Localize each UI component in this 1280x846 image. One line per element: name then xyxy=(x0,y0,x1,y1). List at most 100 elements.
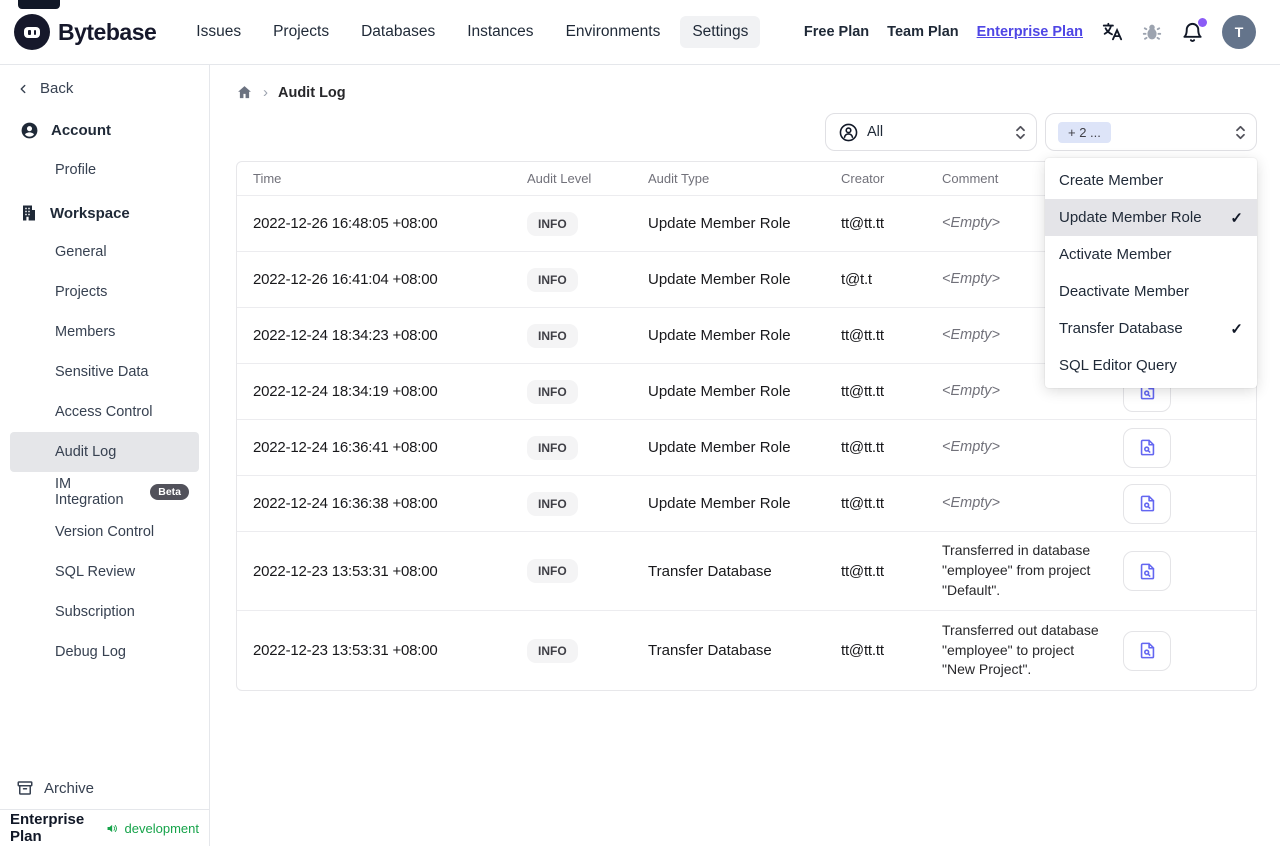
browser-tab-remnant xyxy=(18,0,60,9)
cell-comment: Transferred out database "employee" to p… xyxy=(942,621,1099,678)
item-label: Audit Log xyxy=(55,444,117,460)
cell-creator: tt@tt.tt xyxy=(841,642,884,659)
view-payload-button[interactable] xyxy=(1123,551,1171,591)
menu-item-label: Create Member xyxy=(1059,172,1164,189)
translate-icon[interactable] xyxy=(1101,21,1123,43)
sidebar-item-audit-log[interactable]: Audit Log xyxy=(10,432,199,472)
menu-item-label: Transfer Database xyxy=(1059,320,1183,337)
audit-level-badge: INFO xyxy=(527,267,578,292)
check-icon: ✓ xyxy=(1230,209,1243,227)
nav-settings[interactable]: Settings xyxy=(680,16,761,48)
col-header-time: Time xyxy=(253,171,282,186)
cell-audit-type: Update Member Role xyxy=(648,327,791,344)
audit-level-badge: INFO xyxy=(527,379,578,404)
sidebar-item-sql-review[interactable]: SQL Review xyxy=(10,552,199,592)
cell-audit-type: Update Member Role xyxy=(648,271,791,288)
back-label: Back xyxy=(40,80,74,97)
nav-right-cluster: Free Plan Team Plan Enterprise Plan T xyxy=(804,15,1256,49)
sidebar-item-general[interactable]: General xyxy=(10,232,199,272)
archive-button[interactable]: Archive xyxy=(0,767,209,809)
file-search-icon xyxy=(1140,495,1154,512)
file-search-icon xyxy=(1140,642,1154,659)
user-avatar[interactable]: T xyxy=(1222,15,1256,49)
archive-label: Archive xyxy=(44,779,95,797)
cell-time: 2022-12-26 16:41:04 +08:00 xyxy=(253,271,438,288)
menu-item-sql-editor-query[interactable]: SQL Editor Query xyxy=(1045,347,1257,384)
menu-item-update-member-role[interactable]: Update Member Role ✓ xyxy=(1045,199,1257,236)
cell-audit-type: Update Member Role xyxy=(648,383,791,400)
audit-type-filter-select[interactable]: + 2 ... xyxy=(1045,113,1257,151)
creator-filter-select[interactable]: All xyxy=(825,113,1037,151)
col-header-creator: Creator xyxy=(841,171,885,186)
notification-bell-icon[interactable] xyxy=(1181,17,1207,44)
person-icon xyxy=(839,123,858,141)
sidebar-item-version-control[interactable]: Version Control xyxy=(10,512,199,552)
cell-time: 2022-12-24 16:36:38 +08:00 xyxy=(253,495,438,512)
filter-toolbar: All + 2 ... xyxy=(210,113,1280,151)
brand-name: Bytebase xyxy=(58,18,157,45)
nav-projects[interactable]: Projects xyxy=(261,16,341,48)
menu-item-transfer-database[interactable]: Transfer Database ✓ xyxy=(1045,310,1257,347)
cell-creator: tt@tt.tt xyxy=(841,562,884,580)
beta-badge: Beta xyxy=(150,484,189,500)
plan-status-bar: Enterprise Plan development xyxy=(0,809,209,846)
item-label: Profile xyxy=(55,162,97,178)
sidebar-item-subscription[interactable]: Subscription xyxy=(10,592,199,632)
bug-report-icon[interactable] xyxy=(1141,21,1163,43)
nav-environments[interactable]: Environments xyxy=(554,16,673,48)
audit-level-badge: INFO xyxy=(527,638,578,663)
menu-item-deactivate-member[interactable]: Deactivate Member xyxy=(1045,273,1257,310)
view-payload-button[interactable] xyxy=(1123,630,1171,671)
view-payload-button[interactable] xyxy=(1123,483,1171,524)
chevron-updown-icon xyxy=(1235,125,1246,140)
sidebar-item-projects[interactable]: Projects xyxy=(10,272,199,312)
audit-level-badge: INFO xyxy=(527,435,578,460)
home-icon[interactable] xyxy=(236,84,253,101)
menu-item-label: Activate Member xyxy=(1059,246,1172,263)
breadcrumb: › Audit Log xyxy=(210,65,1280,113)
table-row: 2022-12-24 16:36:41 +08:00 INFO Update M… xyxy=(237,420,1256,476)
cell-audit-type: Update Member Role xyxy=(648,495,791,512)
settings-sidebar: Back Account Profile Workspace General P… xyxy=(0,65,210,846)
sidebar-item-profile[interactable]: Profile xyxy=(10,150,199,190)
item-label: Sensitive Data xyxy=(55,364,149,380)
sidebar-item-members[interactable]: Members xyxy=(10,312,199,352)
view-payload-button[interactable] xyxy=(1123,427,1171,468)
free-plan-link[interactable]: Free Plan xyxy=(804,24,869,40)
audit-level-badge: INFO xyxy=(527,491,578,516)
chevron-left-icon xyxy=(20,84,26,93)
nav-instances[interactable]: Instances xyxy=(455,16,545,48)
cell-time: 2022-12-24 18:34:19 +08:00 xyxy=(253,383,438,400)
cell-time: 2022-12-23 13:53:31 +08:00 xyxy=(253,642,438,659)
cell-creator: tt@tt.tt xyxy=(841,215,884,232)
item-label: Access Control xyxy=(55,404,153,420)
team-plan-link[interactable]: Team Plan xyxy=(887,24,958,40)
item-label: Subscription xyxy=(55,604,135,620)
bytebase-logo[interactable]: Bytebase xyxy=(14,14,157,50)
item-label: General xyxy=(55,244,107,260)
chevron-updown-icon xyxy=(1015,125,1026,140)
table-row: 2022-12-24 16:36:38 +08:00 INFO Update M… xyxy=(237,476,1256,532)
sidebar-item-access-control[interactable]: Access Control xyxy=(10,392,199,432)
speaker-icon[interactable] xyxy=(106,821,118,836)
cell-comment: <Empty> xyxy=(942,495,1001,512)
workspace-icon xyxy=(23,205,35,221)
main-content: › Audit Log All + 2 ... Create Member Up… xyxy=(210,65,1280,846)
nav-issues[interactable]: Issues xyxy=(184,16,253,48)
sidebar-item-im-integration[interactable]: IM Integration Beta xyxy=(10,472,199,512)
nav-databases[interactable]: Databases xyxy=(349,16,447,48)
file-search-icon xyxy=(1140,439,1154,456)
menu-item-label: Update Member Role xyxy=(1059,209,1202,226)
primary-nav: Issues Projects Databases Instances Envi… xyxy=(184,16,761,48)
sidebar-item-debug-log[interactable]: Debug Log xyxy=(10,632,199,672)
cell-comment: <Empty> xyxy=(942,439,1001,456)
menu-item-create-member[interactable]: Create Member xyxy=(1045,162,1257,199)
archive-icon xyxy=(17,781,33,795)
menu-item-activate-member[interactable]: Activate Member xyxy=(1045,236,1257,273)
enterprise-plan-link[interactable]: Enterprise Plan xyxy=(977,24,1083,40)
menu-item-label: SQL Editor Query xyxy=(1059,357,1177,374)
notification-dot xyxy=(1198,17,1207,27)
back-button[interactable]: Back xyxy=(0,65,209,107)
sidebar-item-sensitive-data[interactable]: Sensitive Data xyxy=(10,352,199,392)
item-label: IM Integration xyxy=(55,476,124,508)
